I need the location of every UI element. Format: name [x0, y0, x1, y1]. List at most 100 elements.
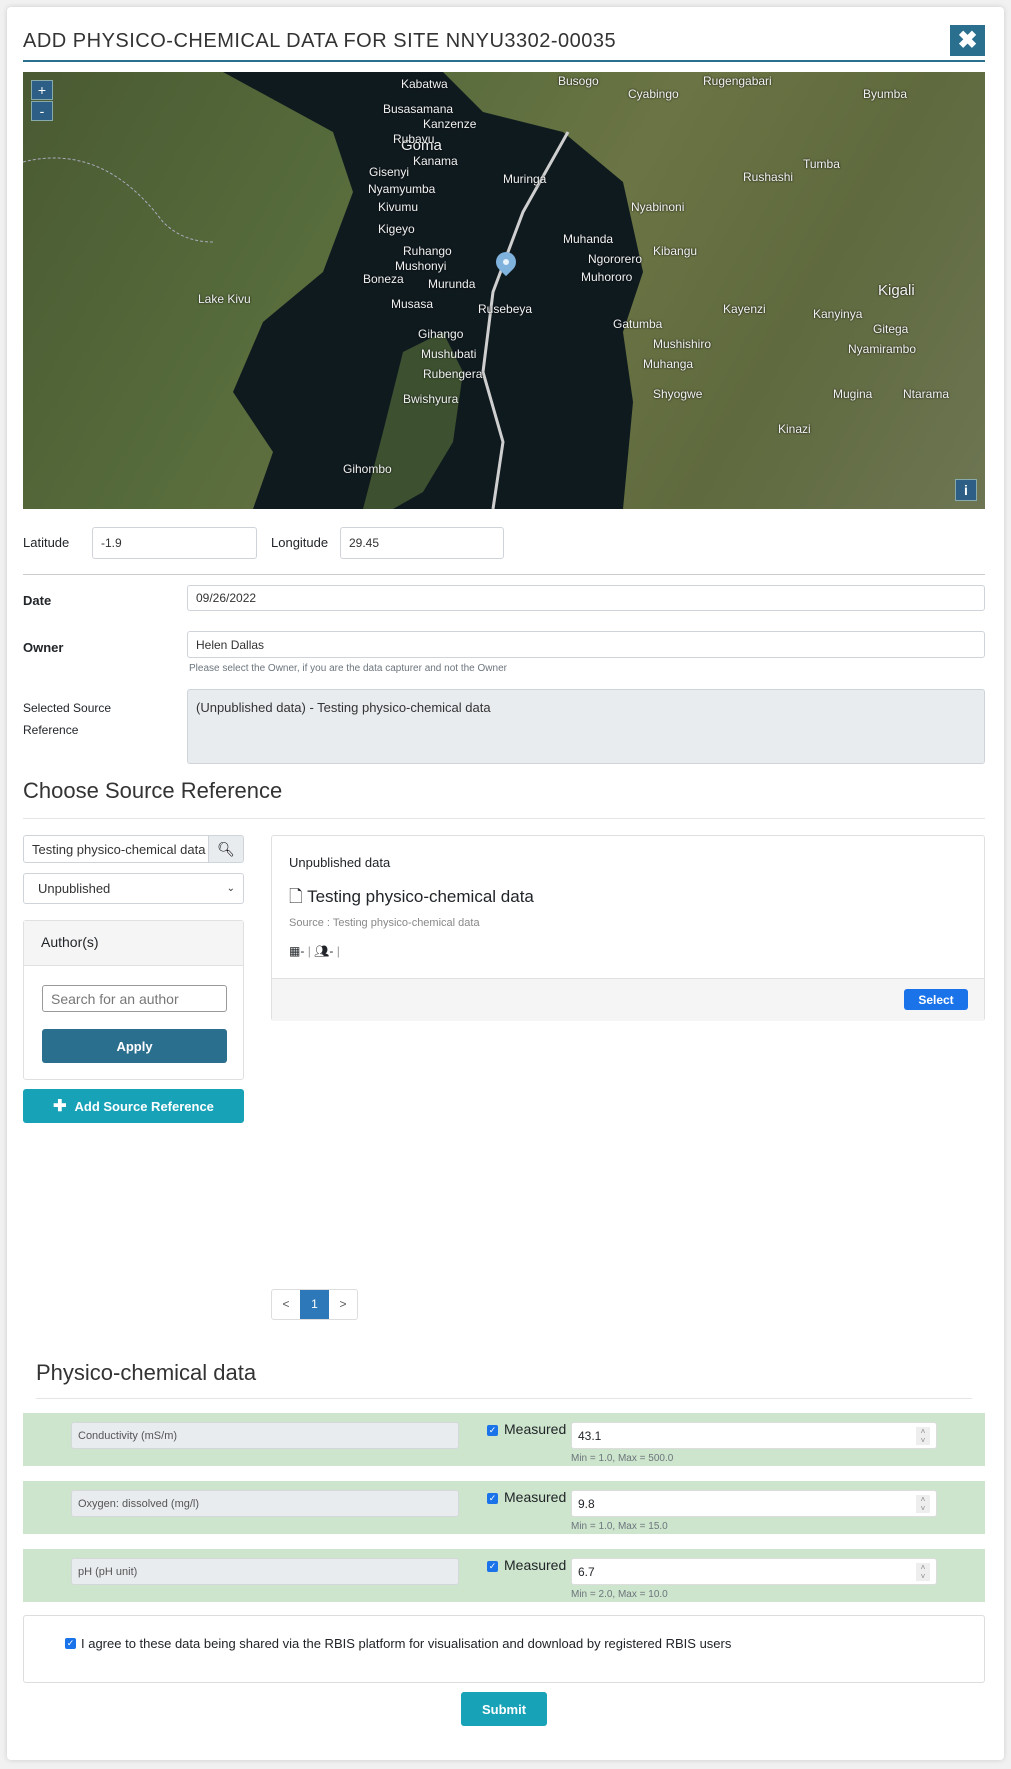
parameter-value-input[interactable]: 6.7 ˄ ˅ — [571, 1558, 937, 1585]
apply-button[interactable]: Apply — [42, 1029, 227, 1063]
source-label: Selected Source Reference — [23, 701, 112, 737]
result-authors: - — [329, 944, 334, 958]
owner-label: Owner — [23, 640, 64, 655]
map-place-label: Musasa — [391, 297, 434, 311]
owner-help: Please select the Owner, if you are the … — [189, 663, 507, 674]
map-place-label: Gisenyi — [369, 165, 410, 179]
map-place-label: Gatumba — [613, 317, 663, 331]
consent-text: I agree to these data being shared via t… — [81, 1636, 732, 1651]
map-place-label: Nyabinoni — [631, 200, 685, 214]
divider — [23, 818, 985, 819]
info-button[interactable]: i — [955, 479, 977, 501]
add-source-reference-button[interactable]: ✚ Add Source Reference — [23, 1089, 244, 1123]
source-search-input[interactable]: Testing physico-chemical data — [23, 835, 209, 863]
map[interactable]: Goma Gisenyi Kabatwa Busasamana Kanzenze Ruba… — [23, 72, 985, 509]
map-place-label: Mushishiro — [653, 337, 712, 351]
map-place-label: Muhanda — [563, 232, 614, 246]
zoom-in-button[interactable]: + — [31, 80, 53, 100]
map-place-label: Gihango — [418, 327, 464, 341]
author-search-input[interactable]: Search for an author — [42, 985, 227, 1012]
map-place-label: Kivumu — [378, 200, 419, 214]
calendar-icon: ▦ — [289, 944, 301, 958]
measured-label: Measured — [504, 1489, 567, 1505]
choose-source-heading: Choose Source Reference — [23, 778, 283, 803]
map-place-label: Kibangu — [653, 244, 698, 258]
spinner-icon[interactable]: ˄ ˅ — [916, 1563, 930, 1581]
date-input[interactable]: 09/26/2022 — [187, 585, 985, 611]
prev-page[interactable]: < — [272, 1290, 300, 1319]
authors-panel: Author(s) Search for an author Apply — [23, 920, 244, 1080]
map-place-label: Cyabingo — [628, 87, 679, 101]
measured-checkbox[interactable]: ✓ — [487, 1561, 498, 1572]
map-place-label: Muhororo — [581, 270, 633, 284]
select-value: Unpublished — [38, 881, 111, 896]
source-result-card: Unpublished data 🗋 Testing physico-chemi… — [271, 835, 985, 1021]
map-place-label: Ntarama — [903, 387, 950, 401]
spinner-icon[interactable]: ˄ ˅ — [916, 1495, 930, 1513]
map-place-label: Bwishyura — [403, 392, 459, 406]
measured-checkbox[interactable]: ✓ — [487, 1493, 498, 1504]
map-place-label: Muhanga — [643, 357, 694, 371]
close-button[interactable]: ✖ — [950, 25, 985, 56]
latitude-input[interactable]: -1.9 — [92, 527, 257, 559]
date-label: Date — [23, 593, 52, 608]
title-divider — [23, 60, 985, 62]
zoom-out-button[interactable]: - — [31, 101, 53, 121]
value-text: 6.7 — [578, 1564, 595, 1579]
map-place-label: Mugina — [833, 387, 873, 401]
result-date: - — [300, 944, 305, 958]
page-1[interactable]: 1 — [300, 1290, 329, 1319]
selected-source-textarea[interactable]: (Unpublished data) - Testing physico-che… — [187, 689, 985, 764]
submit-button[interactable]: Submit — [461, 1692, 547, 1726]
physico-row: pH (pH unit) ✓ Measured 6.7 ˄ ˅ Min = 2.0,… — [23, 1549, 985, 1602]
source-type-select[interactable]: Unpublished ⌄ — [23, 873, 244, 904]
measured-checkbox[interactable]: ✓ — [487, 1425, 498, 1436]
map-place-label: Gihombo — [343, 462, 392, 476]
map-place-label: Kinazi — [778, 422, 811, 436]
map-place-label: Murunda — [428, 277, 476, 291]
map-place-label: Busogo — [558, 74, 599, 88]
measured-label: Measured — [504, 1557, 567, 1573]
value-text: 43.1 — [578, 1428, 602, 1443]
range-hint: Min = 1.0, Max = 15.0 — [571, 1521, 668, 1532]
map-place-label: Ruhango — [403, 244, 452, 258]
owner-input[interactable]: Helen Dallas — [187, 631, 985, 658]
physico-row: Oxygen: dissolved (mg/l) ✓ Measured 9.8 ˄… — [23, 1481, 985, 1534]
close-icon: ✖ — [957, 27, 978, 54]
range-hint: Min = 1.0, Max = 500.0 — [571, 1453, 674, 1464]
add-source-label: Add Source Reference — [74, 1098, 214, 1114]
map-place-label: Tumba — [803, 157, 840, 171]
map-place-label: Rubengera — [423, 367, 483, 381]
map-terrain — [23, 72, 643, 509]
longitude-input[interactable]: 29.45 — [340, 527, 504, 559]
result-title: 🗋 Testing physico-chemical data — [289, 884, 534, 913]
map-place-label: Nyamyumba — [368, 182, 436, 196]
map-place-label: Nyamirambo — [848, 342, 917, 356]
divider — [23, 574, 985, 575]
spinner-icon[interactable]: ˄ ˅ — [916, 1427, 930, 1445]
map-place-label: Boneza — [363, 272, 404, 286]
map-place-label: Rusebeya — [478, 302, 533, 316]
result-meta: ▦- | 👥︎- | — [289, 944, 340, 958]
modal-title: ADD PHYSICO-CHEMICAL DATA FOR SITE NNYU3… — [23, 30, 617, 52]
consent-box: ✓ I agree to these data being shared via… — [23, 1615, 985, 1683]
parameter-value-input[interactable]: 43.1 ˄ ˅ — [571, 1422, 937, 1449]
chevron-down-icon: ⌄ — [226, 883, 235, 894]
map-place-label: Busasamana — [383, 102, 454, 116]
value-text: 9.8 — [578, 1496, 595, 1511]
range-hint: Min = 2.0, Max = 10.0 — [571, 1589, 668, 1600]
result-title-text: Testing physico-chemical data — [307, 887, 534, 906]
map-place-label: Kanyinya — [813, 307, 863, 321]
users-icon: 👥︎ — [314, 944, 330, 958]
map-place-label: Ngororero — [588, 252, 643, 266]
parameter-value-input[interactable]: 9.8 ˄ ˅ — [571, 1490, 937, 1517]
physico-row: Conductivity (mS/m) ✓ Measured 43.1 ˄ ˅ Mi… — [23, 1413, 985, 1466]
divider — [36, 1398, 972, 1399]
next-page[interactable]: > — [329, 1290, 357, 1319]
map-place-label: Rushashi — [743, 170, 794, 184]
select-source-button[interactable]: Select — [904, 989, 968, 1010]
map-place-label: Kabatwa — [401, 77, 448, 91]
search-button[interactable]: 🔍︎ — [208, 835, 244, 863]
search-icon: 🔍︎ — [217, 840, 235, 857]
consent-checkbox[interactable]: ✓ — [65, 1638, 76, 1649]
